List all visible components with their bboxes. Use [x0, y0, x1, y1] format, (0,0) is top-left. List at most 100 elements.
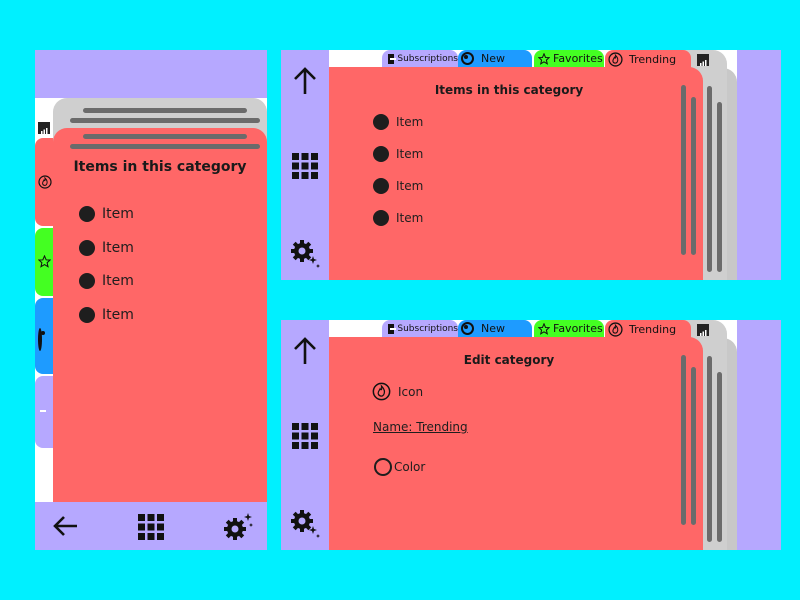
- list-item[interactable]: Item: [79, 307, 134, 323]
- color-field-label: Color: [394, 460, 426, 474]
- item-label: Item: [102, 273, 134, 289]
- color-field[interactable]: Color: [374, 458, 425, 476]
- item-label: Item: [396, 211, 424, 225]
- name-field[interactable]: Name: Trending: [373, 420, 468, 434]
- settings-icon[interactable]: [289, 238, 321, 268]
- list-item[interactable]: Item: [373, 178, 423, 194]
- item-label: Item: [102, 240, 134, 256]
- trending-icon: [608, 51, 623, 67]
- card-stack-bar: [707, 86, 712, 272]
- card-stack-bar: [717, 372, 722, 542]
- bullet-icon: [373, 210, 389, 226]
- settings-icon[interactable]: [222, 512, 254, 542]
- card-stack-bar: [717, 102, 722, 272]
- item-label: Item: [396, 179, 424, 193]
- list-item[interactable]: Item: [79, 240, 134, 256]
- tab-subscriptions[interactable]: Subscriptions: [382, 50, 458, 67]
- card-stack-bar: [691, 97, 696, 255]
- signal-icon[interactable]: [38, 122, 50, 134]
- card-stack-bar: [83, 134, 247, 139]
- bullet-icon: [79, 240, 95, 256]
- grid-icon[interactable]: [291, 152, 319, 180]
- bottom-nav: [35, 502, 267, 550]
- bullet-icon: [79, 273, 95, 289]
- landscape-list-panel: Subscriptions New Favorites Items in thi…: [281, 50, 781, 280]
- card-stack-bar: [707, 356, 712, 542]
- tab-trending[interactable]: [35, 138, 53, 226]
- trending-icon: [608, 321, 623, 337]
- star-icon: [538, 52, 550, 65]
- tab-label: Trending: [629, 322, 677, 336]
- list-item[interactable]: Item: [373, 146, 423, 162]
- tab-trending[interactable]: Trending: [605, 50, 691, 68]
- tab-trending[interactable]: Trending: [605, 320, 691, 338]
- tab-subscriptions[interactable]: Subscriptions: [382, 320, 458, 337]
- tab-new[interactable]: New: [458, 50, 532, 67]
- list-item[interactable]: Item: [373, 114, 423, 130]
- signal-icon[interactable]: [697, 54, 709, 66]
- category-card: Items in this category Item Item Item It…: [329, 67, 703, 280]
- grid-icon[interactable]: [291, 422, 319, 450]
- edit-category-card: Edit category Icon Name: Trending Color: [329, 337, 703, 550]
- tab-label: New: [481, 322, 505, 335]
- portrait-panel: Items in this category Item Item Item It…: [35, 50, 267, 550]
- tab-label: Subscriptions: [397, 53, 458, 64]
- radio-icon: [461, 52, 474, 65]
- subscriptions-icon: [388, 323, 397, 334]
- card-stack-bar: [681, 85, 686, 255]
- settings-icon[interactable]: [289, 508, 321, 538]
- item-label: Item: [396, 147, 424, 161]
- category-card: Items in this category Item Item Item It…: [53, 128, 267, 502]
- tab-new[interactable]: New: [458, 320, 532, 337]
- page-title: Items in this category: [73, 159, 247, 175]
- radio-icon: [38, 328, 42, 351]
- grid-icon[interactable]: [137, 513, 165, 541]
- signal-icon[interactable]: [697, 324, 709, 336]
- bullet-icon: [373, 178, 389, 194]
- color-swatch-icon: [374, 458, 392, 476]
- back-arrow-icon[interactable]: [51, 514, 79, 538]
- tab-label: Favorites: [553, 322, 603, 335]
- star-icon: [538, 322, 550, 335]
- tab-label: New: [481, 52, 505, 65]
- card-stack-bar: [70, 144, 260, 149]
- bullet-icon: [373, 114, 389, 130]
- portrait-header: [35, 50, 267, 98]
- bullet-icon: [79, 307, 95, 323]
- radio-icon: [461, 322, 474, 335]
- tab-favorites[interactable]: [35, 228, 53, 296]
- tab-favorites[interactable]: Favorites: [534, 50, 604, 67]
- star-icon: [38, 255, 51, 268]
- page-title: Edit category: [463, 353, 555, 367]
- icon-field-label: Icon: [398, 384, 424, 399]
- tab-subscriptions[interactable]: [35, 376, 53, 448]
- card-stack-bar: [70, 118, 260, 123]
- page-title: Items in this category: [434, 83, 584, 97]
- trending-icon: [372, 382, 391, 401]
- list-item[interactable]: Item: [79, 273, 134, 289]
- bullet-icon: [373, 146, 389, 162]
- trending-icon: [38, 175, 52, 189]
- tab-new[interactable]: [35, 298, 53, 374]
- subscriptions-icon: [388, 53, 397, 64]
- card-stack-bar: [681, 355, 686, 525]
- tab-label: Favorites: [553, 52, 603, 65]
- list-item[interactable]: Item: [373, 210, 423, 226]
- card-stack-bar: [83, 108, 247, 113]
- side-rail: [281, 50, 329, 280]
- card-stack-bar: [691, 367, 696, 525]
- right-rail: [737, 320, 781, 550]
- item-label: Item: [102, 206, 134, 222]
- landscape-edit-panel: Subscriptions New Favorites Edit categor…: [281, 320, 781, 550]
- tab-label: Trending: [629, 52, 677, 66]
- tab-favorites[interactable]: Favorites: [534, 320, 604, 337]
- item-label: Item: [396, 115, 424, 129]
- icon-field[interactable]: Icon: [372, 382, 423, 401]
- list-item[interactable]: Item: [79, 206, 134, 222]
- up-arrow-icon[interactable]: [291, 336, 319, 366]
- up-arrow-icon[interactable]: [291, 66, 319, 96]
- side-rail: [281, 320, 329, 550]
- bullet-icon: [79, 206, 95, 222]
- tab-label: Subscriptions: [397, 323, 458, 334]
- right-rail: [737, 50, 781, 280]
